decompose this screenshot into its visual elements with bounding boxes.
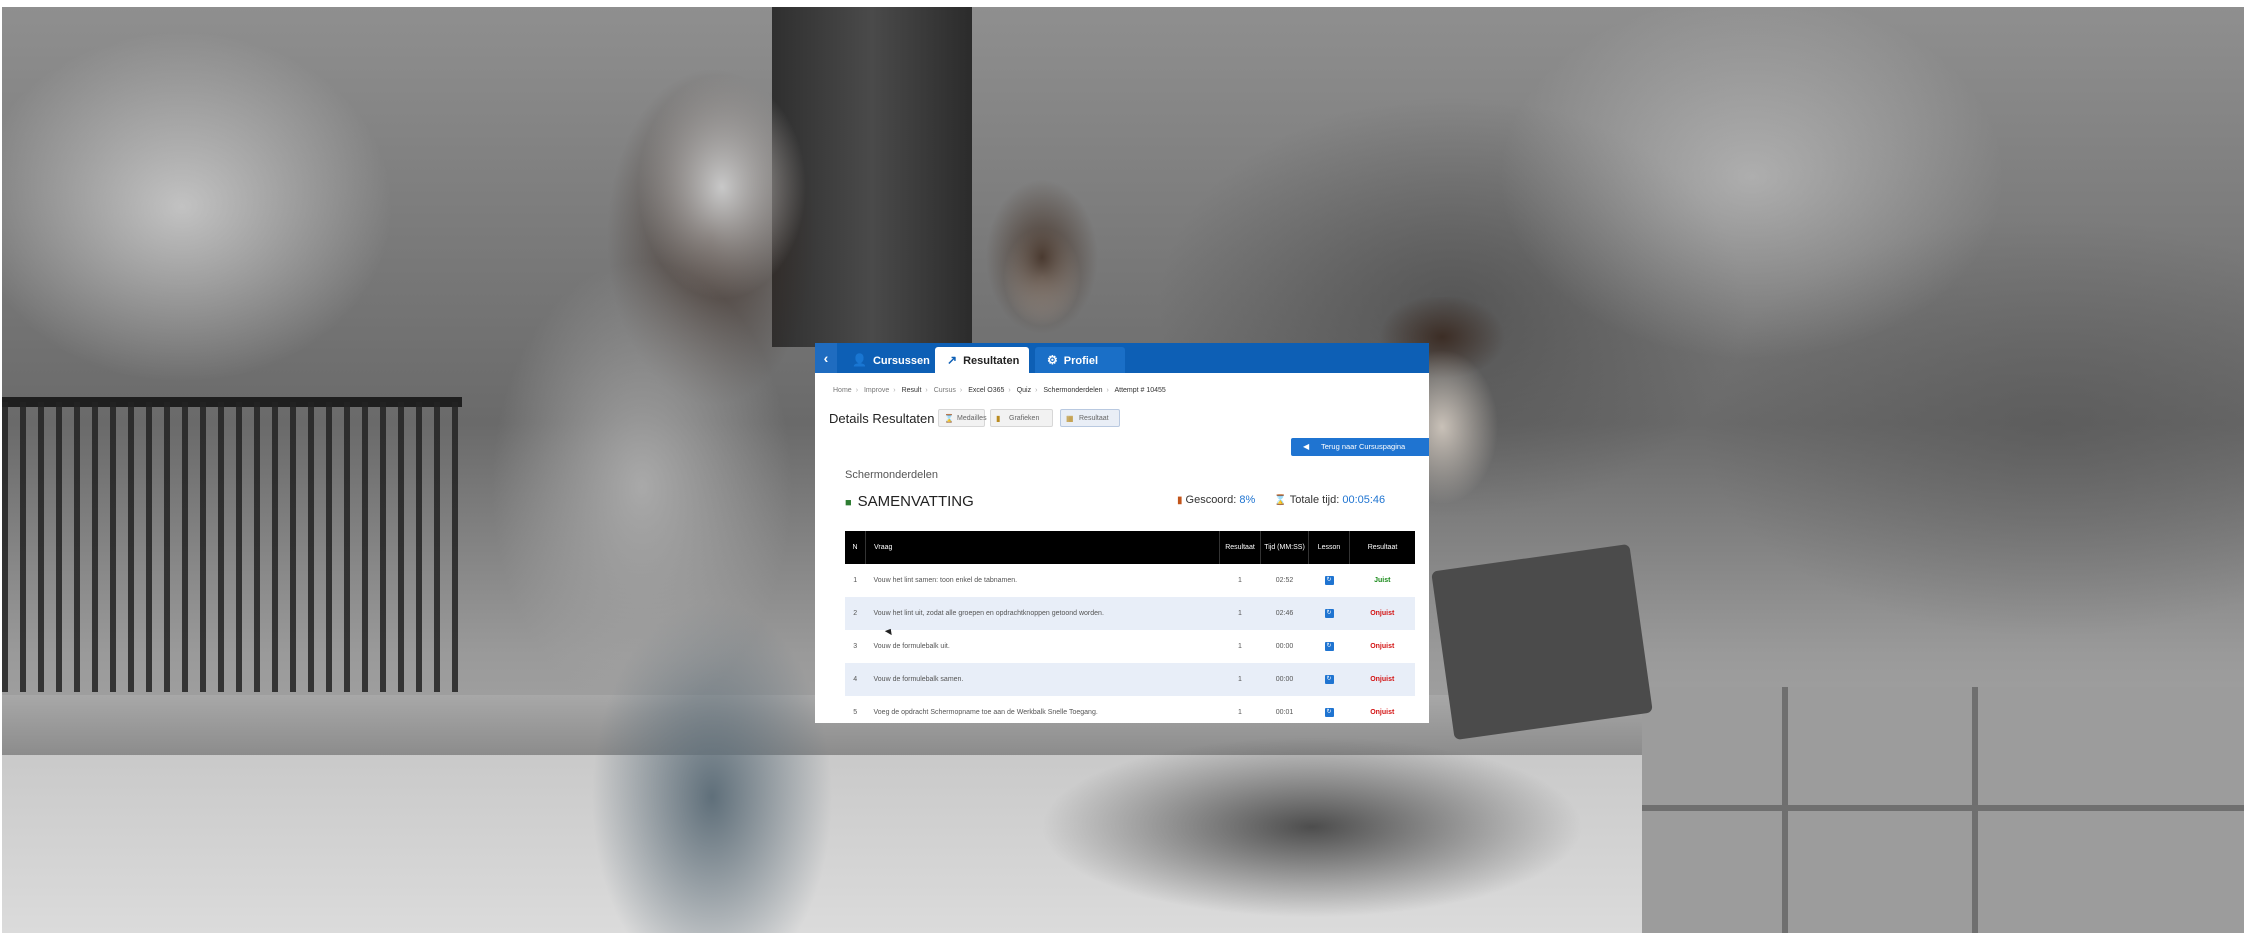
col-status: Resultaat <box>1349 531 1415 564</box>
calendar-icon: ▦ <box>1066 414 1074 423</box>
cell-resultaat: 1 <box>1219 597 1261 630</box>
cell-n: 2 <box>845 597 866 630</box>
breadcrumb: Home › Improve › Result › Cursus › Excel O36… <box>833 387 1166 394</box>
cell-status: Onjuist <box>1370 709 1395 716</box>
person-middle <box>942 147 1142 367</box>
col-lesson: Lesson <box>1308 531 1350 564</box>
breadcrumb-quiz[interactable]: Quiz <box>1017 387 1031 394</box>
nav-back-button[interactable]: ‹ <box>815 343 837 373</box>
cell-vraag: Vouw het lint samen: toon enkel de tabna… <box>873 577 1018 584</box>
cell-vraag: Vouw de formulebalk uit. <box>873 643 950 650</box>
cell-resultaat: 1 <box>1238 643 1242 650</box>
results-panel: ‹ 👤 Cursussen ↗ Resultaten ⚙ Profiel Home › … <box>815 343 1429 723</box>
table-row: 4 Vouw de formulebalk samen. 1 00:00 ↻ O… <box>845 663 1415 696</box>
lesson-icon[interactable]: ↻ <box>1324 675 1334 684</box>
jeans <box>952 707 1672 933</box>
cell-resultaat: 1 <box>1219 663 1261 696</box>
breadcrumb-quiz-name[interactable]: Schermonderdelen <box>1043 387 1102 394</box>
lesson-icon[interactable]: ↻ <box>1324 642 1334 651</box>
table-row: 1 Vouw het lint samen: toon enkel de tab… <box>845 564 1415 597</box>
back-button-label: Terug naar Cursuspagina <box>1321 442 1406 451</box>
chart-line-icon: ↗ <box>947 353 958 367</box>
tab-label: Profiel <box>1063 355 1098 367</box>
summary-title: SAMENVATTING <box>857 493 974 510</box>
cell-n: 4 <box>845 663 866 696</box>
bar-chart-icon: ▮ <box>1177 495 1183 506</box>
cell-tijd: 00:00 <box>1260 663 1309 696</box>
resultaat-button[interactable]: ▦ Resultaat <box>1060 409 1120 427</box>
tab-label: Cursussen <box>872 355 930 367</box>
stone-wall <box>1642 687 2244 933</box>
tab-profiel[interactable]: ⚙ Profiel <box>1035 347 1125 373</box>
pill-label: Medailles <box>957 415 987 422</box>
pill-label: Grafieken <box>1009 415 1040 422</box>
table-header-row: N Vraag Resultaat Tijd (MM:SS) Lesson Re… <box>845 531 1415 564</box>
gear-icon: ⚙ <box>1047 353 1058 367</box>
tab-cursussen[interactable]: 👤 Cursussen <box>840 347 944 373</box>
cell-n: 1 <box>853 577 858 584</box>
cell-n: 5 <box>853 709 858 716</box>
cell-vraag: Voeg de opdracht Schermopname toe aan de… <box>873 709 1098 716</box>
table-row: 5 Voeg de opdracht Schermopname toe aan … <box>845 696 1415 723</box>
breadcrumb-cursus[interactable]: Cursus <box>934 387 956 394</box>
back-to-course-button[interactable]: ◀ Terug naar Cursuspagina <box>1291 438 1429 456</box>
breadcrumb-improve[interactable]: Improve <box>864 387 889 394</box>
tab-resultaten[interactable]: ↗ Resultaten <box>935 347 1029 373</box>
cell-vraag: Vouw het lint uit, zodat alle groepen en… <box>865 597 1220 630</box>
time-label: Totale tijd: <box>1289 494 1340 506</box>
lesson-icon[interactable]: ↻ <box>1324 609 1334 618</box>
cell-tijd: 00:00 <box>1275 643 1294 650</box>
person-left <box>462 17 842 933</box>
tab-label: Resultaten <box>963 355 1020 367</box>
cell-vraag: Vouw de formulebalk samen. <box>865 663 1220 696</box>
col-n: N <box>845 531 866 564</box>
cell-n: 3 <box>853 643 858 650</box>
excel-icon: ■ <box>845 497 852 509</box>
user-icon: 👤 <box>852 353 867 367</box>
fence <box>2 402 462 692</box>
table-row: 3 Vouw de formulebalk uit. 1 00:00 ↻ Onj… <box>845 630 1415 663</box>
pill-label: Resultaat <box>1079 415 1109 422</box>
cell-lesson: ↻ <box>1309 630 1350 663</box>
cell-status: Onjuist <box>1349 663 1415 696</box>
breadcrumb-attempt: Attempt # 10455 <box>1114 387 1166 394</box>
lesson-icon[interactable]: ↻ <box>1324 708 1334 717</box>
score-stats: ▮ Gescoord: 8% ⌛ Totale tijd: 00:05:46 <box>1177 494 1385 506</box>
cell-status: Juist <box>1374 577 1391 584</box>
arrow-left-icon: ◀ <box>1303 442 1310 451</box>
quiz-name: Schermonderdelen <box>845 469 938 481</box>
cell-lesson: ↻ <box>1309 564 1350 597</box>
col-resultaat: Resultaat <box>1219 531 1261 564</box>
cell-tijd: 00:01 <box>1275 709 1294 716</box>
breadcrumb-home[interactable]: Home <box>833 387 852 394</box>
col-vraag: Vraag <box>865 531 1220 564</box>
time-value: 00:05:46 <box>1342 494 1386 506</box>
page-title: Details Resultaten <box>829 411 935 426</box>
medailles-button[interactable]: ⌛ Medailles <box>938 409 987 427</box>
medal-icon: ⌛ <box>944 414 954 423</box>
cell-status: Onjuist <box>1370 643 1395 650</box>
cell-resultaat: 1 <box>1238 577 1242 584</box>
cell-resultaat: 1 <box>1238 709 1242 716</box>
summary-heading: ■ SAMENVATTING <box>845 493 974 510</box>
lesson-icon[interactable]: ↻ <box>1324 576 1334 585</box>
bar-chart-icon: ▮ <box>996 414 1001 423</box>
hourglass-icon: ⌛ <box>1274 495 1287 506</box>
cell-status: Onjuist <box>1349 597 1415 630</box>
table-row: 2 Vouw het lint uit, zodat alle groepen … <box>845 597 1415 630</box>
score-label: Gescoord: <box>1185 494 1237 506</box>
results-table: N Vraag Resultaat Tijd (MM:SS) Lesson Re… <box>845 531 1415 723</box>
breadcrumb-result[interactable]: Result <box>902 387 922 394</box>
cell-tijd: 02:52 <box>1275 577 1294 584</box>
score-value: 8% <box>1239 494 1256 506</box>
top-nav: ‹ 👤 Cursussen ↗ Resultaten ⚙ Profiel <box>815 343 1429 373</box>
breadcrumb-course[interactable]: Excel O365 <box>968 387 1004 394</box>
cell-tijd: 02:46 <box>1260 597 1309 630</box>
cell-lesson: ↻ <box>1308 597 1350 630</box>
col-tijd: Tijd (MM:SS) <box>1260 531 1309 564</box>
cell-lesson: ↻ <box>1309 696 1350 723</box>
grafieken-button[interactable]: ▮ Grafieken <box>990 409 1053 427</box>
cell-lesson: ↻ <box>1308 663 1350 696</box>
